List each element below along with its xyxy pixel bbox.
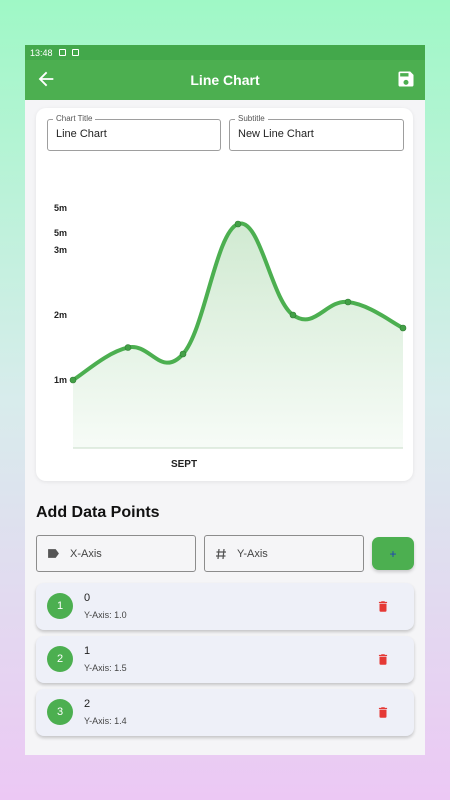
point-x-value: 0: [84, 592, 91, 604]
point-index-badge: 3: [47, 699, 73, 725]
delete-icon[interactable]: [376, 599, 390, 614]
y-tick-label: 1m: [54, 375, 67, 385]
x-tick-label: SEPT: [171, 459, 197, 470]
point-y-value: Y-Axis: 1.5: [84, 663, 127, 673]
x-axis-input[interactable]: X-Axis: [36, 535, 196, 572]
gallery-icon: [58, 49, 66, 56]
data-point-row[interactable]: 3 2 Y-Axis: 1.4: [36, 689, 414, 736]
hash-icon: [216, 548, 226, 559]
delete-icon[interactable]: [376, 705, 390, 720]
add-button-label: +: [389, 546, 397, 561]
point-index-badge: 2: [47, 646, 73, 672]
arrow-left-icon[interactable]: [35, 68, 57, 90]
y-tick-label: 5m: [54, 203, 67, 213]
chart-card: Chart Title Line Chart Subtitle New Line…: [36, 108, 413, 481]
data-point-row[interactable]: 1 0 Y-Axis: 1.0: [36, 583, 414, 630]
app-screen: 13:48 Line Chart Chart Title Line Chart …: [25, 45, 425, 755]
data-point[interactable]: [344, 298, 352, 306]
add-point-button[interactable]: +: [372, 537, 414, 570]
data-point[interactable]: [124, 344, 132, 351]
data-point[interactable]: [69, 376, 77, 384]
point-y-value: Y-Axis: 1.0: [84, 610, 127, 620]
data-point[interactable]: [179, 350, 187, 358]
page-title: Line Chart: [190, 72, 260, 88]
chart-area-fill: [73, 223, 403, 448]
data-point[interactable]: [234, 220, 242, 228]
point-y-value: Y-Axis: 1.4: [84, 716, 127, 726]
y-tick-label: 3m: [54, 245, 67, 255]
x-axis-placeholder: X-Axis: [70, 547, 102, 560]
point-x-value: 2: [84, 698, 91, 710]
label-icon: [48, 549, 59, 558]
status-time: 13:48: [30, 47, 53, 58]
save-icon[interactable]: [396, 69, 416, 89]
notification-icon: [71, 49, 79, 56]
delete-icon[interactable]: [376, 652, 390, 667]
line-chart: 5m 5m 3m 2m 1m SEPT: [54, 203, 407, 470]
add-data-points-title: Add Data Points: [36, 504, 160, 521]
status-bar: 13:48: [25, 45, 425, 60]
data-point[interactable]: [289, 311, 297, 319]
y-axis-placeholder: Y-Axis: [237, 547, 268, 560]
point-x-value: 1: [84, 645, 91, 657]
data-point[interactable]: [399, 324, 407, 332]
point-index-badge: 1: [47, 593, 73, 619]
y-tick-label: 2m: [54, 310, 67, 320]
y-tick-label: 5m: [54, 228, 67, 238]
y-axis-input[interactable]: Y-Axis: [204, 535, 364, 572]
app-bar: Line Chart: [25, 60, 425, 100]
data-point-row[interactable]: 2 1 Y-Axis: 1.5: [36, 636, 414, 683]
